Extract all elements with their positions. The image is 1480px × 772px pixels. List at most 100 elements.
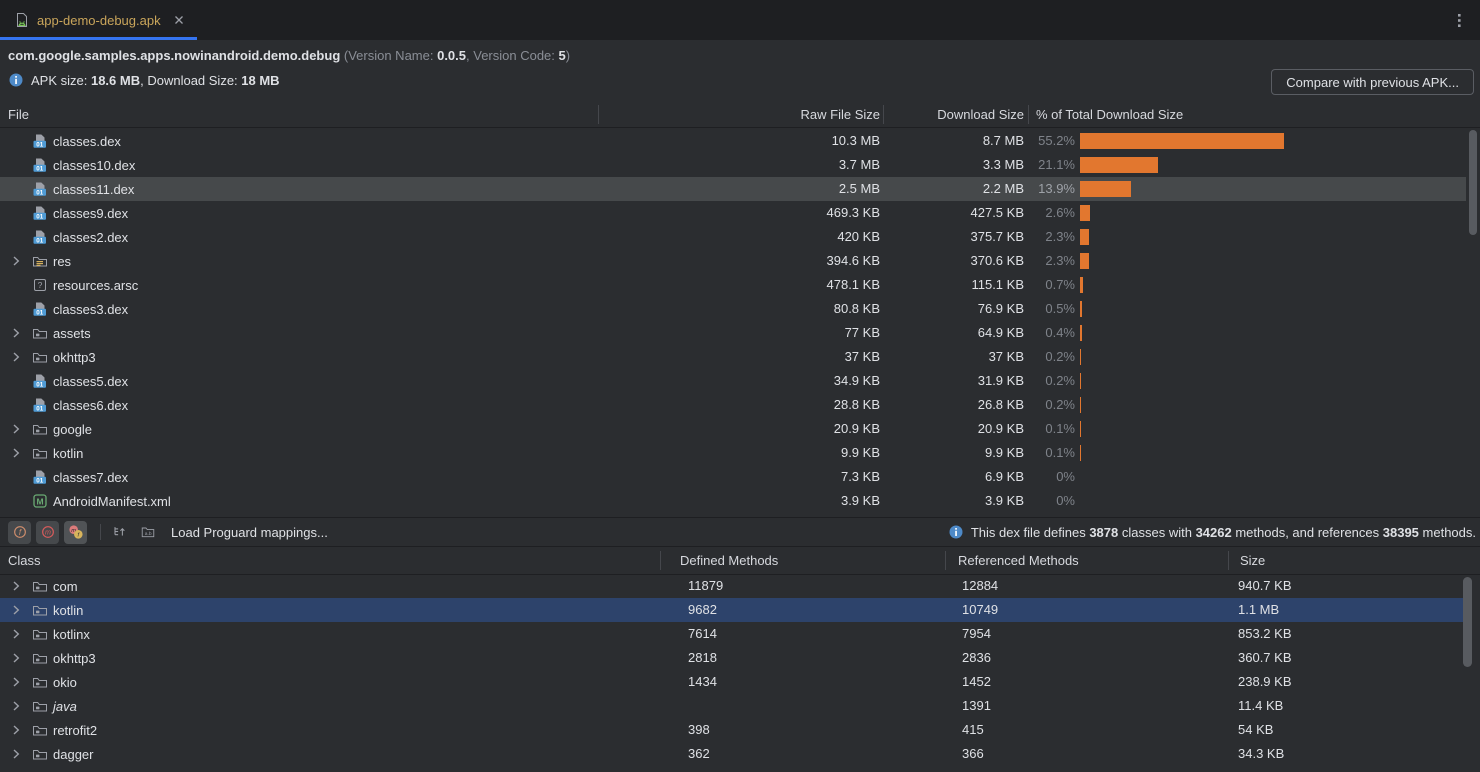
file-row[interactable]: 01classes5.dex34.9 KB31.9 KB0.2%: [0, 369, 1480, 393]
file-table-header: File Raw File Size Download Size % of To…: [0, 102, 1480, 128]
pct-of-total-label: 0.2%: [995, 369, 1075, 393]
load-mappings-folder-button[interactable]: a.b: [138, 522, 158, 542]
class-row[interactable]: dagger36236634.3 KB: [0, 742, 1480, 766]
chevron-spacer: [8, 373, 32, 389]
class-row[interactable]: kotlinx76147954853.2 KB: [0, 622, 1480, 646]
file-row[interactable]: ?resources.arsc478.1 KB115.1 KB0.7%: [0, 273, 1480, 297]
manifest-file-icon: M: [32, 493, 48, 509]
apk-header: com.google.samples.apps.nowinandroid.dem…: [0, 40, 1480, 102]
info-icon: [948, 524, 964, 540]
dex-summary: This dex file defines 3878 classes with …: [948, 518, 1476, 546]
dex-file-icon: 01: [32, 133, 48, 149]
column-header-size[interactable]: Size: [1240, 547, 1265, 574]
class-row[interactable]: okhttp328182836360.7 KB: [0, 646, 1480, 670]
column-header-class[interactable]: Class: [8, 547, 41, 574]
file-row[interactable]: 01classes9.dex469.3 KB427.5 KB2.6%: [0, 201, 1480, 225]
file-row[interactable]: 01classes6.dex28.8 KB26.8 KB0.2%: [0, 393, 1480, 417]
show-fields-filter-button[interactable]: f: [8, 521, 31, 544]
file-name-cell: res: [8, 249, 71, 273]
referenced-methods: 1391: [962, 694, 1162, 718]
chevron-right-icon[interactable]: [8, 253, 32, 269]
class-row[interactable]: kotlin9682107491.1 MB: [0, 598, 1466, 622]
file-name: classes11.dex: [53, 182, 134, 197]
pct-of-total-label: 0.2%: [995, 393, 1075, 417]
class-table-scrollbar[interactable]: [1463, 577, 1472, 667]
file-row[interactable]: 01classes11.dex2.5 MB2.2 MB13.9%: [0, 177, 1466, 201]
chevron-right-icon[interactable]: [8, 674, 32, 690]
class-size: 360.7 KB: [1238, 646, 1438, 670]
compare-apk-button[interactable]: Compare with previous APK...: [1271, 69, 1474, 95]
chevron-right-icon[interactable]: [8, 421, 32, 437]
package-icon: [32, 602, 48, 618]
file-row[interactable]: assets77 KB64.9 KB0.4%: [0, 321, 1480, 345]
close-icon[interactable]: [173, 14, 185, 26]
load-proguard-mappings-label[interactable]: Load Proguard mappings...: [171, 525, 328, 540]
chevron-right-icon[interactable]: [8, 602, 32, 618]
column-header-defined-methods[interactable]: Defined Methods: [680, 547, 778, 574]
column-divider: [598, 105, 599, 124]
chevron-right-icon[interactable]: [8, 325, 32, 341]
chevron-right-icon[interactable]: [8, 650, 32, 666]
svg-text:01: 01: [36, 189, 43, 196]
pct-bar: [1080, 181, 1131, 197]
class-row[interactable]: java139111.4 KB: [0, 694, 1480, 718]
defined-methods: 9682: [688, 598, 888, 622]
dex-file-icon: 01: [32, 205, 48, 221]
svg-text:01: 01: [36, 309, 43, 316]
chevron-right-icon[interactable]: [8, 722, 32, 738]
info-icon: [8, 72, 24, 88]
file-row[interactable]: MAndroidManifest.xml3.9 KB3.9 KB0%: [0, 489, 1480, 513]
file-name-cell: 01classes10.dex: [8, 153, 135, 177]
file-name: google: [53, 422, 92, 437]
pct-bar: [1080, 133, 1284, 149]
file-table-scrollbar[interactable]: [1469, 130, 1477, 235]
chevron-right-icon[interactable]: [8, 445, 32, 461]
chevron-right-icon[interactable]: [8, 626, 32, 642]
file-row[interactable]: 01classes.dex10.3 MB8.7 MB55.2%: [0, 129, 1480, 153]
file-row[interactable]: 01classes3.dex80.8 KB76.9 KB0.5%: [0, 297, 1480, 321]
chevron-right-icon[interactable]: [8, 698, 32, 714]
folder-icon: [32, 421, 48, 437]
file-name-cell: M AndroidManifest.xml: [8, 489, 171, 513]
chevron-spacer: [8, 469, 32, 485]
class-size: 1.1 MB: [1238, 598, 1438, 622]
column-header-file[interactable]: File: [8, 102, 29, 127]
file-row[interactable]: 01classes2.dex420 KB375.7 KB2.3%: [0, 225, 1480, 249]
file-name: AndroidManifest.xml: [53, 494, 171, 509]
class-row[interactable]: okio14341452238.9 KB: [0, 670, 1480, 694]
svg-text:01: 01: [36, 405, 43, 412]
pct-of-total-label: 0.1%: [995, 441, 1075, 465]
file-name-cell: ?resources.arsc: [8, 273, 138, 297]
tab-app-demo-debug-apk[interactable]: app-demo-debug.apk: [0, 0, 197, 40]
file-name-cell: 01classes9.dex: [8, 201, 128, 225]
show-methods-filter-button[interactable]: m: [36, 521, 59, 544]
chevron-right-icon[interactable]: [8, 578, 32, 594]
pct-bar: [1080, 253, 1089, 269]
class-row[interactable]: com1187912884940.7 KB: [0, 574, 1480, 598]
sort-tree-button[interactable]: [109, 522, 129, 542]
folder-icon: [32, 325, 48, 341]
defined-methods: 11879: [688, 574, 888, 598]
file-name: classes3.dex: [53, 302, 128, 317]
class-row[interactable]: retrofit239841554 KB: [0, 718, 1480, 742]
kebab-menu-icon[interactable]: [1452, 12, 1466, 33]
file-row[interactable]: res394.6 KB370.6 KB2.3%: [0, 249, 1480, 273]
show-referenced-nodes-filter-button[interactable]: mf: [64, 521, 87, 544]
file-name: classes2.dex: [53, 230, 128, 245]
class-name-cell: kotlin: [8, 598, 83, 622]
chevron-spacer: [8, 229, 32, 245]
chevron-right-icon[interactable]: [8, 349, 32, 365]
dex-filter-buttons: fmmf: [8, 521, 92, 544]
column-header-referenced-methods[interactable]: Referenced Methods: [958, 547, 1079, 574]
pct-bar: [1080, 205, 1090, 221]
chevron-right-icon[interactable]: [8, 746, 32, 762]
column-header-pct-of-total[interactable]: % of Total Download Size: [1036, 102, 1183, 127]
file-row[interactable]: kotlin9.9 KB9.9 KB0.1%: [0, 441, 1480, 465]
file-row[interactable]: 01classes10.dex3.7 MB3.3 MB21.1%: [0, 153, 1480, 177]
package-icon: [32, 650, 48, 666]
column-header-download-size[interactable]: Download Size: [844, 102, 1024, 127]
column-divider: [1228, 551, 1229, 570]
file-row[interactable]: google20.9 KB20.9 KB0.1%: [0, 417, 1480, 441]
file-row[interactable]: okhttp337 KB37 KB0.2%: [0, 345, 1480, 369]
file-row[interactable]: 01classes7.dex7.3 KB6.9 KB0%: [0, 465, 1480, 489]
